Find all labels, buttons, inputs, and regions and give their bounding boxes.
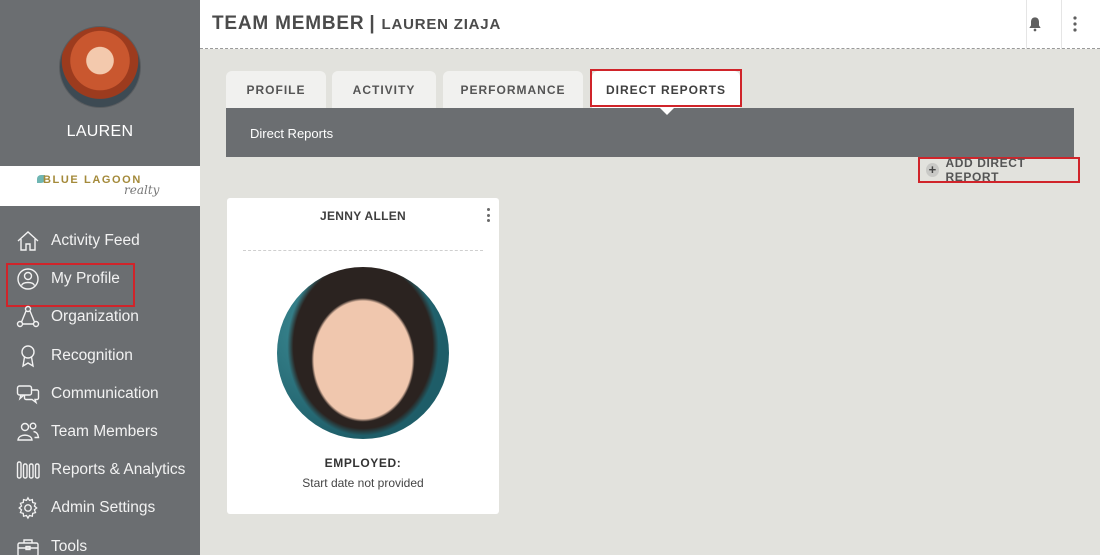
sidebar-item-label: Communication (51, 384, 159, 402)
vertical-dots-icon (1073, 16, 1077, 32)
active-tab-pointer (659, 107, 675, 115)
gear-icon (18, 496, 38, 520)
team-users-icon (17, 422, 40, 441)
sidebar-item-label: Admin Settings (51, 499, 156, 517)
sidebar-item-label: Recognition (51, 346, 133, 364)
toolbox-icon (17, 538, 39, 555)
sidebar-item-tools[interactable]: Tools (0, 528, 200, 555)
sidebar-nav: Activity Feed My Profile Organization Re… (0, 222, 200, 555)
add-direct-report-button[interactable]: + ADD DIRECT REPORT (918, 156, 1080, 184)
ribbon-award-icon (21, 344, 35, 368)
report-avatar (277, 267, 449, 439)
start-date: Start date not provided (302, 476, 424, 490)
section-title: Direct Reports (250, 126, 334, 141)
plus-icon: + (926, 163, 940, 177)
sidebar: LAUREN BLUE LAGOON realty Activity Feed … (0, 0, 200, 555)
sidebar-item-team-members[interactable]: Team Members (0, 413, 200, 451)
avatar[interactable] (59, 26, 141, 108)
bell-icon (1029, 17, 1041, 32)
sidebar-profile: LAUREN (0, 0, 200, 166)
sidebar-item-label: Organization (51, 308, 139, 326)
company-logo: BLUE LAGOON realty (0, 166, 200, 206)
chat-bubbles-icon (16, 385, 40, 405)
sidebar-item-label: Reports & Analytics (51, 461, 186, 479)
sidebar-item-communication[interactable]: Communication (0, 375, 200, 413)
sidebar-item-label: Tools (51, 537, 88, 555)
member-name: LAUREN ZIAJA (381, 16, 502, 33)
card-divider (243, 250, 483, 251)
top-header: TEAM MEMBER | LAUREN ZIAJA (200, 0, 1100, 49)
menu-dot (486, 213, 490, 217)
card-menu-button[interactable] (484, 208, 492, 222)
sidebar-item-admin-settings[interactable]: Admin Settings (0, 489, 200, 527)
tab-profile[interactable]: PROFILE (226, 71, 326, 108)
notifications-button[interactable] (1024, 13, 1046, 35)
sidebar-item-label: Team Members (51, 423, 158, 441)
sidebar-item-label: My Profile (51, 270, 120, 288)
org-network-icon (16, 306, 40, 328)
sidebar-item-reports-analytics[interactable]: Reports & Analytics (0, 451, 200, 489)
user-circle-icon (17, 268, 39, 290)
more-options-button[interactable] (1064, 13, 1086, 35)
sidebar-item-activity-feed[interactable]: Activity Feed (0, 222, 200, 260)
section-banner: Direct Reports (226, 108, 1074, 157)
sidebar-item-organization[interactable]: Organization (0, 298, 200, 336)
tab-performance[interactable]: PERFORMANCE (443, 71, 583, 108)
menu-dot (486, 208, 490, 211)
page-title-label: TEAM MEMBER (212, 13, 365, 34)
tab-direct-reports[interactable]: DIRECT REPORTS (592, 71, 740, 108)
page-title: TEAM MEMBER | LAUREN ZIAJA (212, 13, 501, 35)
title-separator: | (369, 13, 376, 34)
home-icon (17, 231, 39, 251)
sidebar-item-label: Activity Feed (51, 232, 140, 250)
employment-status: EMPLOYED: (324, 456, 402, 470)
bars-chart-icon (16, 461, 40, 479)
direct-report-card[interactable]: JENNY ALLEN EMPLOYED: Start date not pro… (227, 198, 499, 514)
menu-dot (486, 219, 490, 222)
add-direct-report-label: ADD DIRECT REPORT (945, 156, 1026, 184)
logo-sub-text: realty (124, 183, 160, 197)
sidebar-user-name: LAUREN (66, 123, 134, 140)
tab-activity[interactable]: ACTIVITY (332, 71, 436, 108)
header-divider (1061, 0, 1062, 49)
sidebar-item-my-profile[interactable]: My Profile (0, 260, 200, 308)
sidebar-item-recognition[interactable]: Recognition (0, 337, 200, 375)
report-name: JENNY ALLEN (320, 209, 406, 223)
